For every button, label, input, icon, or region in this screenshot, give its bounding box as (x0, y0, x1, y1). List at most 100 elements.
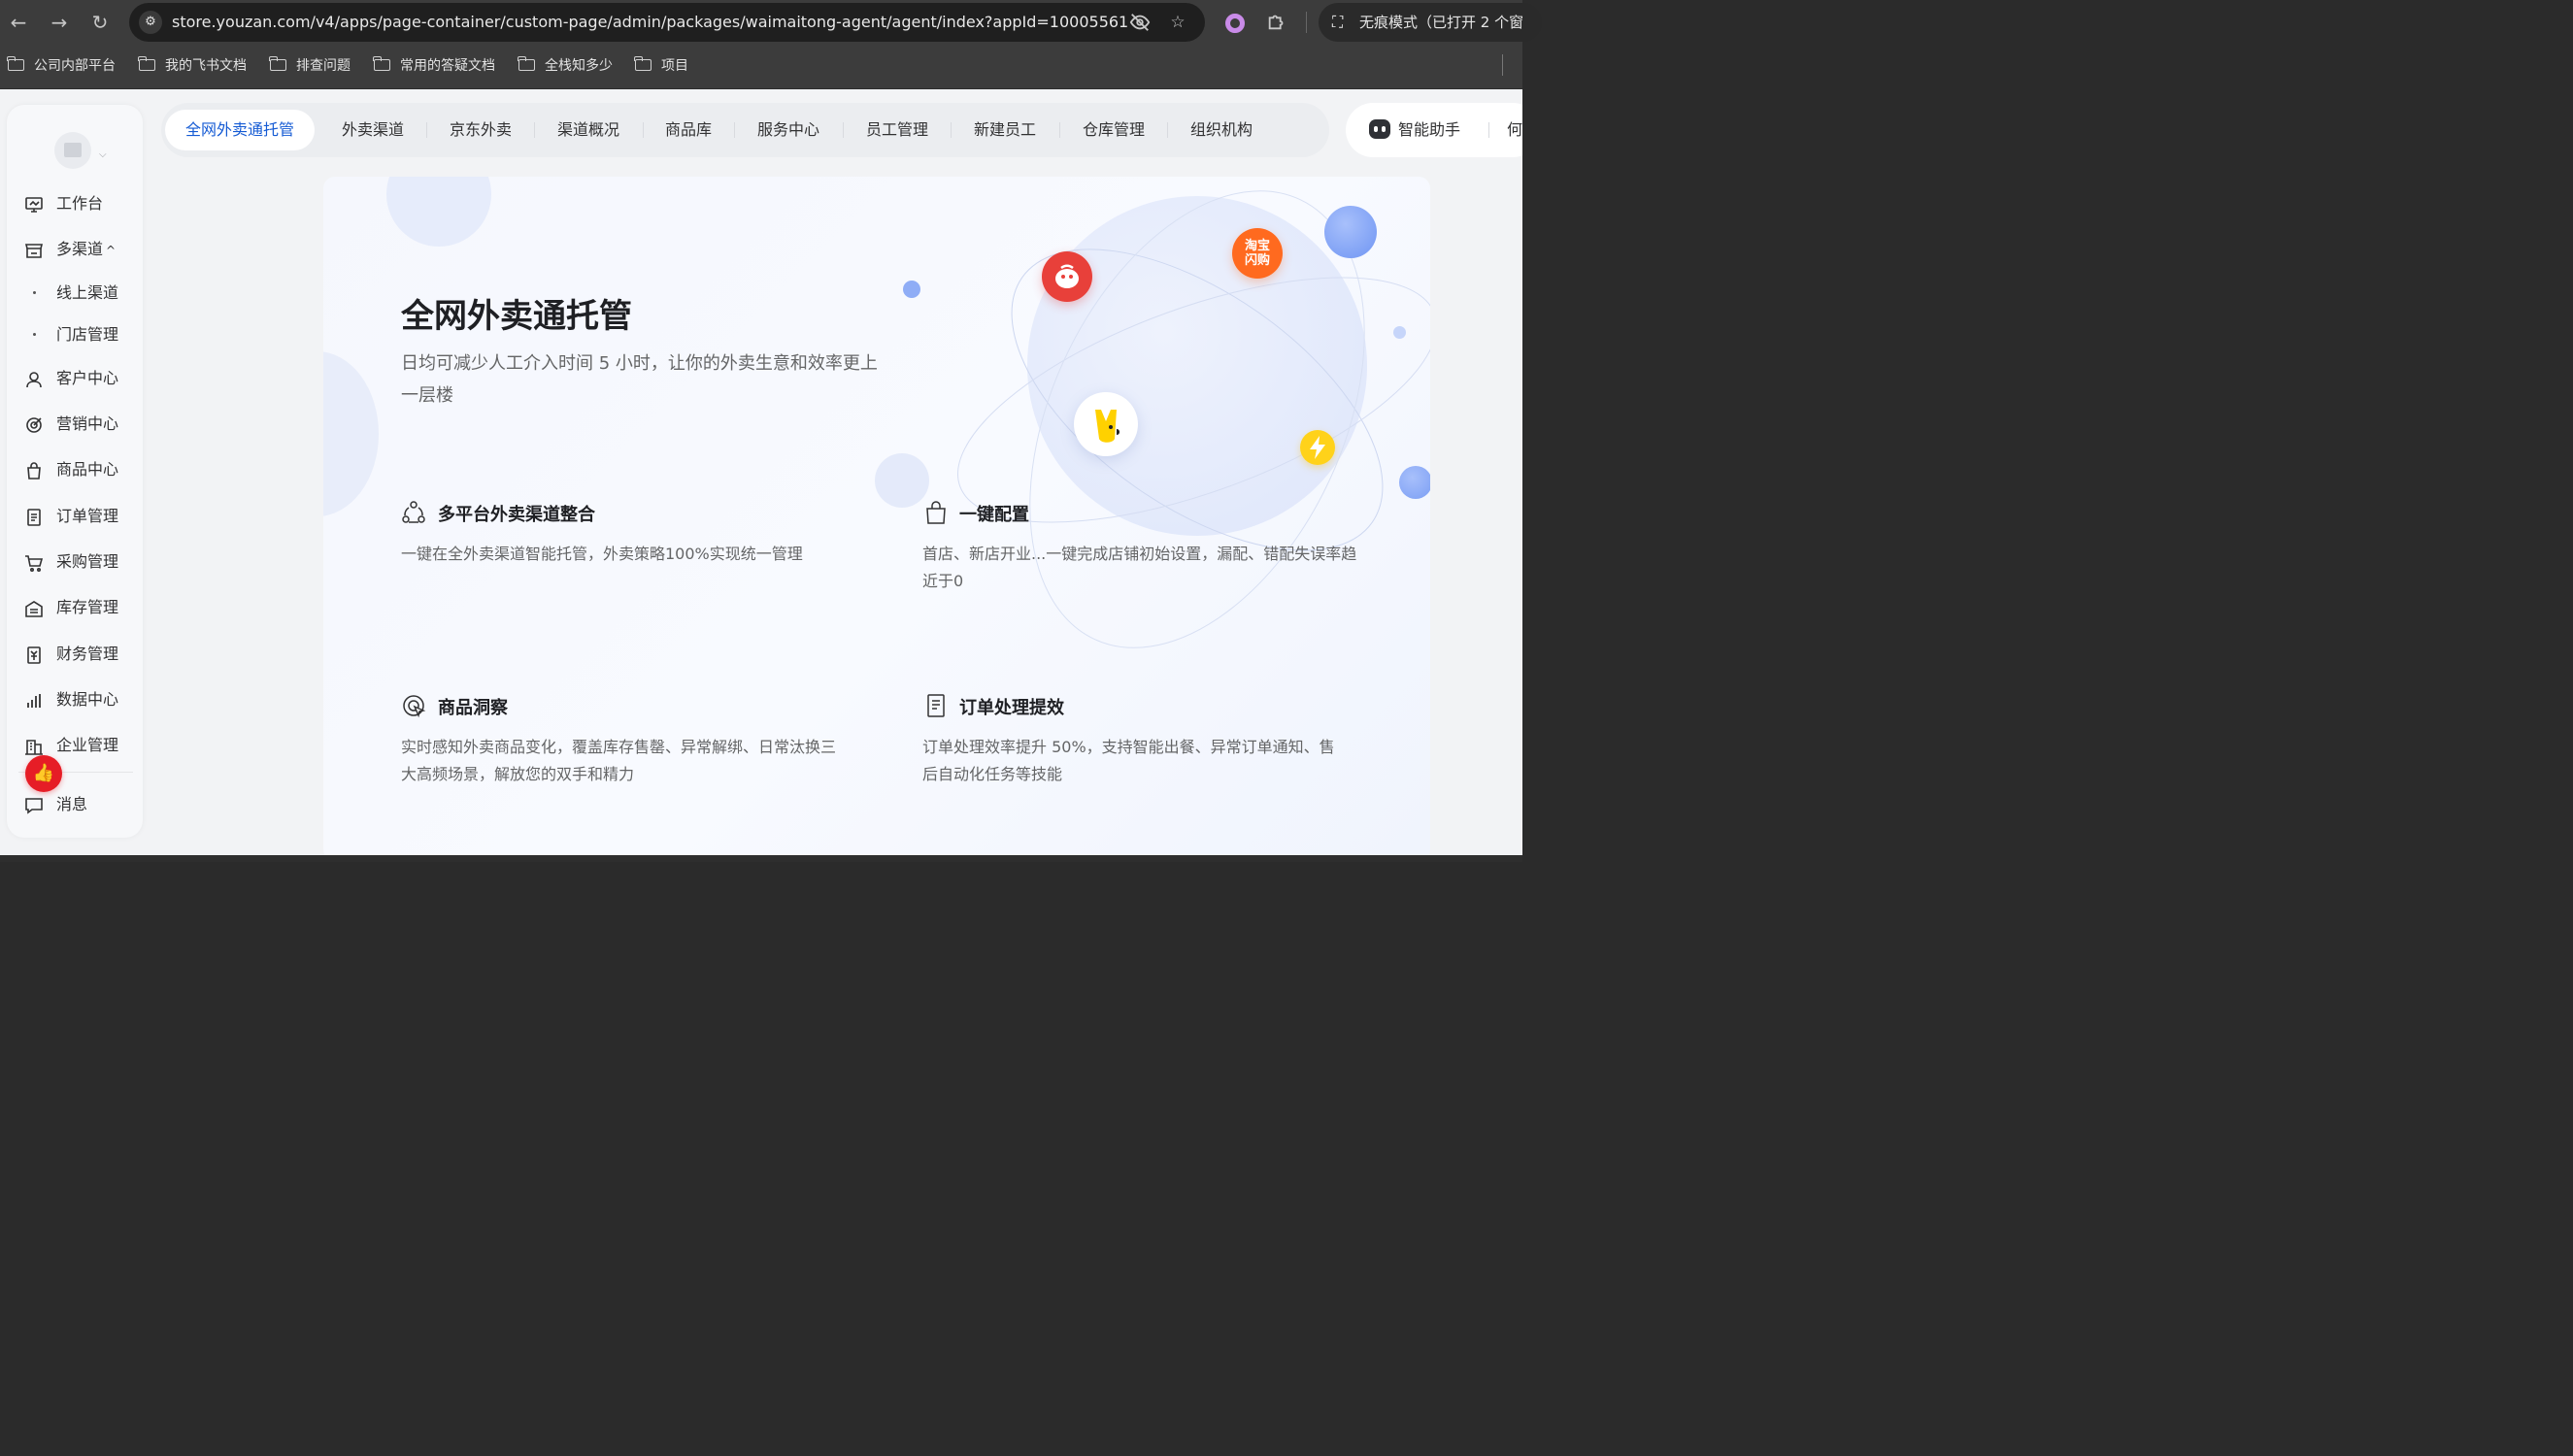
sidebar-item-finance-management[interactable]: 财务管理 (24, 640, 136, 669)
bullet-dot (33, 291, 36, 294)
sidebar-item-label: 库存管理 (56, 598, 119, 616)
tab-divider (643, 122, 644, 138)
workbench-icon (24, 195, 44, 215)
sidebar-item-label: 企业管理 (56, 736, 119, 754)
tab-delivery-channels[interactable]: 外卖渠道 (332, 110, 414, 150)
bookmark-label: 常用的答疑文档 (400, 58, 495, 74)
sidebar-item-label: 多渠道 (56, 240, 104, 258)
shop-avatar[interactable] (54, 132, 91, 169)
bookmark-item[interactable]: 常用的答疑文档 (373, 45, 495, 87)
jd-logo-icon (1042, 251, 1092, 302)
tab-divider (1167, 122, 1168, 138)
hero-card: 淘宝 闪购 全网外卖通托管 日均可减少人工介入时间 5 小时，让你的外卖生意和效… (323, 177, 1430, 855)
thumbs-up-icon[interactable]: 👍 (25, 755, 62, 792)
sidebar-item-multichannel[interactable]: 多渠道 ^ (24, 235, 136, 264)
bookmark-item[interactable]: 排查问题 (269, 45, 351, 87)
tab-warehouse-management[interactable]: 仓库管理 (1073, 110, 1154, 150)
tab-channel-overview[interactable]: 渠道概况 (548, 110, 629, 150)
tab-new-staff[interactable]: 新建员工 (964, 110, 1046, 150)
bookmark-item[interactable]: 项目 (634, 45, 688, 87)
sidebar-item-label: 营销中心 (56, 414, 119, 433)
sidebar-item-inventory-management[interactable]: 库存管理 (24, 593, 136, 622)
window-bottom-edge (0, 855, 1522, 862)
tab-product-library[interactable]: 商品库 (656, 110, 720, 150)
folder-icon (269, 56, 286, 71)
url-text[interactable]: store.youzan.com/v4/apps/page-container/… (172, 3, 1128, 42)
sidebar-item-product-center[interactable]: 商品中心 (24, 455, 136, 484)
tab-waimaitong-hosting[interactable]: 全网外卖通托管 (165, 110, 315, 150)
bookmark-label: 项目 (661, 58, 688, 74)
sidebar-item-label: 商品中心 (56, 460, 119, 479)
incognito-indicator[interactable]: ⛶ 无痕模式（已打开 2 个窗 (1319, 3, 1542, 42)
bookmark-item[interactable]: 全栈知多少 (518, 45, 613, 87)
folder-icon (138, 56, 155, 71)
star-icon[interactable]: ☆ (1167, 12, 1188, 33)
sidebar-item-purchase-management[interactable]: 采购管理 (24, 547, 136, 577)
chevron-down-icon[interactable]: ⌵ (99, 149, 107, 160)
puzzle-icon[interactable] (1265, 11, 1288, 34)
tab-divider (734, 122, 735, 138)
sidebar-item-label: 消息 (56, 795, 88, 813)
tab-divider (843, 122, 844, 138)
tab-organization[interactable]: 组织机构 (1181, 110, 1262, 150)
feature-title: 多平台外卖渠道整合 (438, 505, 595, 525)
bookmark-label: 排查问题 (296, 58, 351, 74)
bar-chart-icon (24, 691, 44, 711)
bag-icon (923, 500, 949, 525)
reload-icon[interactable]: ↻ (85, 8, 115, 37)
bookmark-label: 公司内部平台 (34, 58, 116, 74)
taobao-flash-logo: 淘宝 闪购 (1232, 228, 1283, 279)
decor-dot (1393, 326, 1406, 339)
sidebar-subitem-label: 线上渠道 (56, 283, 119, 302)
cart-icon (24, 553, 44, 573)
sidebar-item-messages[interactable]: 消息 (24, 790, 136, 819)
nodes-icon (401, 500, 426, 525)
sidebar-item-label: 订单管理 (56, 507, 119, 525)
bookmark-label: 全栈知多少 (545, 58, 613, 74)
tab-service-center[interactable]: 服务中心 (748, 110, 829, 150)
sidebar-item-customer-center[interactable]: 客户中心 (24, 364, 136, 393)
sidebar-item-order-management[interactable]: 订单管理 (24, 502, 136, 531)
building-icon (24, 737, 44, 756)
sidebar-item-workbench[interactable]: 工作台 (24, 189, 136, 218)
sidebar-item-marketing-center[interactable]: 营销中心 (24, 410, 136, 439)
address-bar[interactable]: ⚙ store.youzan.com/v4/apps/page-containe… (129, 3, 1205, 42)
extension-icon[interactable] (1225, 14, 1245, 33)
folder-icon (518, 56, 535, 71)
smart-assistant-button[interactable]: 智能助手 (1398, 103, 1460, 157)
meituan-logo-icon (1074, 392, 1138, 456)
page-subtitle: 日均可减少人工介入时间 5 小时，让你的外卖生意和效率更上一层楼 (401, 353, 878, 406)
tab-jd-delivery[interactable]: 京东外卖 (440, 110, 521, 150)
bookmarks-bar: 公司内部平台 我的飞书文档 排查问题 常用的答疑文档 全栈知多少 项目 (0, 45, 1522, 89)
finance-icon (24, 645, 44, 665)
decor-dot-large (1324, 206, 1377, 258)
bookmark-item[interactable]: 我的飞书文档 (138, 45, 247, 87)
folder-icon (373, 56, 390, 71)
incognito-icon: ⛶ (1332, 13, 1344, 31)
decor-circle (323, 351, 379, 516)
feature-description: 一键在全外卖渠道智能托管，外卖策略100%实现统一管理 (401, 545, 803, 563)
assistant-divider (1488, 122, 1489, 138)
assistant-more-button[interactable]: 何 (1507, 103, 1522, 157)
document-icon (923, 693, 949, 718)
tab-staff-management[interactable]: 员工管理 (856, 110, 938, 150)
insight-icon (401, 693, 426, 718)
feature-description: 实时感知外卖商品变化，覆盖库存售罄、异常解绑、日常汰换三大高频场景，解放您的双手… (401, 738, 837, 783)
message-icon (24, 796, 44, 815)
bookmark-item[interactable]: 公司内部平台 (7, 45, 116, 87)
robot-icon[interactable] (1369, 119, 1390, 139)
browser-toolbar: ← → ↻ ⚙ store.youzan.com/v4/apps/page-co… (0, 0, 1542, 45)
sidebar-subitem-label: 门店管理 (56, 325, 119, 344)
assistant-bar: 智能助手 何 (1346, 103, 1522, 157)
sidebar-item-data-center[interactable]: 数据中心 (24, 685, 136, 714)
bullet-dot (33, 333, 36, 336)
eye-off-icon[interactable] (1129, 12, 1151, 33)
site-info-icon[interactable]: ⚙ (139, 11, 162, 34)
feature-title: 一键配置 (959, 505, 1029, 525)
back-icon[interactable]: ← (4, 8, 33, 37)
feature-title: 订单处理提效 (959, 698, 1064, 718)
sidebar-item-label: 采购管理 (56, 552, 119, 571)
bag-icon (24, 461, 44, 480)
forward-icon[interactable]: → (45, 8, 74, 37)
order-icon (24, 508, 44, 527)
